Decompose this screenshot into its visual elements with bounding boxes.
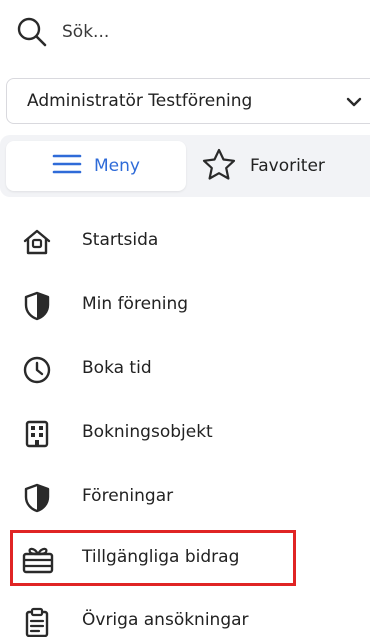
menu-item-startsida[interactable]: Startsida <box>0 218 370 264</box>
search-placeholder[interactable]: Sök... <box>62 22 109 42</box>
menu-item-min-forening[interactable]: Min förening <box>0 282 370 328</box>
menu-item-foreningar[interactable]: Föreningar <box>0 474 370 520</box>
role-select-value: Administratör Testförening <box>27 91 253 111</box>
menu-item-label: Boka tid <box>82 358 152 378</box>
menu-item-label: Övriga ansökningar <box>82 610 249 630</box>
menu-item-boka-tid[interactable]: Boka tid <box>0 346 370 392</box>
tab-favorites-label: Favoriter <box>250 156 325 176</box>
menu-item-ovriga-ansokningar[interactable]: Övriga ansökningar <box>0 598 370 640</box>
sidebar-panel: Sök... Administratör Testförening Meny F… <box>0 0 370 640</box>
hamburger-icon <box>52 152 82 180</box>
menu-item-label: Bokningsobjekt <box>82 422 213 442</box>
role-select[interactable]: Administratör Testförening <box>6 78 370 124</box>
star-icon <box>202 148 236 184</box>
highlight-box <box>10 530 296 586</box>
tab-menu-label: Meny <box>94 156 140 176</box>
menu-item-bokningsobjekt[interactable]: Bokningsobjekt <box>0 410 370 456</box>
menu-item-label: Startsida <box>82 230 159 250</box>
menu-item-label: Föreningar <box>82 486 174 506</box>
shield-icon <box>22 483 52 513</box>
building-icon <box>22 419 52 449</box>
tab-favorites[interactable]: Favoriter <box>202 141 370 191</box>
home-icon <box>22 227 52 257</box>
chevron-down-icon[interactable] <box>344 92 364 116</box>
search-bar[interactable]: Sök... <box>16 14 109 50</box>
clipboard-icon <box>22 607 52 637</box>
search-icon[interactable] <box>16 16 48 48</box>
menu-favorites-tabs: Meny Favoriter <box>0 135 370 197</box>
tab-menu[interactable]: Meny <box>6 141 186 191</box>
clock-icon <box>22 355 52 385</box>
menu-item-label: Min förening <box>82 294 189 314</box>
shield-icon <box>22 291 52 321</box>
